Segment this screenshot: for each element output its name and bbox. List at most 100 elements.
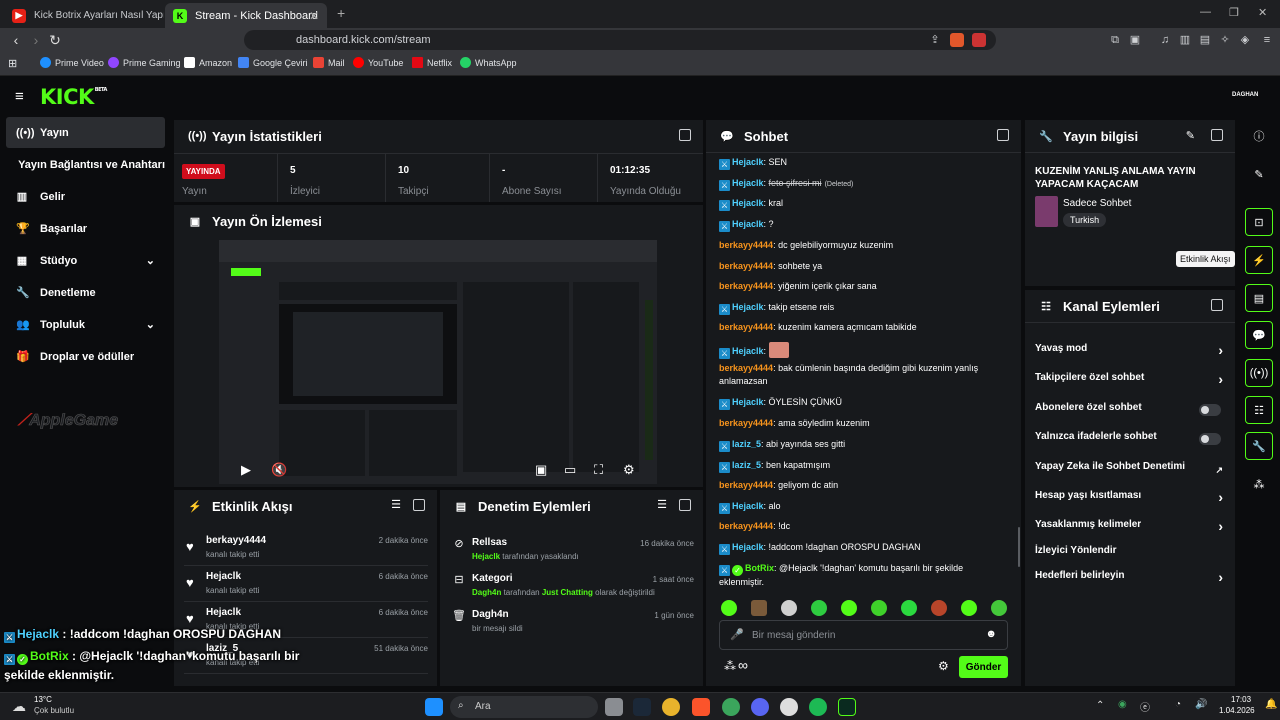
expand-icon[interactable] <box>679 499 691 511</box>
clip-icon[interactable]: ⊡ <box>1245 208 1273 236</box>
chat-username[interactable]: berkayy4444 <box>719 322 773 332</box>
sidebar-item-topluluk[interactable]: 👥 Topluluk ⌄ <box>6 309 165 340</box>
category-name[interactable]: Sadece Sohbet <box>1063 198 1131 209</box>
theater-icon[interactable]: ▭ <box>564 462 576 478</box>
user-avatar[interactable]: DAGHAN <box>1232 92 1258 98</box>
chat-input[interactable]: 🎤 Bir mesaj gönderin ☻ <box>719 620 1008 650</box>
bookmark-whatsapp[interactable]: WhatsApp <box>460 57 517 68</box>
lightning-icon[interactable]: ⚡ <box>1245 246 1273 274</box>
slow-mode-row[interactable]: Yavaş mod › <box>1035 343 1225 363</box>
emote-icon[interactable] <box>841 600 857 616</box>
sidebar-item-droplar[interactable]: 🎁 Droplar ve ödüller <box>6 341 165 372</box>
hamburger-menu-icon[interactable]: ≡ <box>15 88 24 105</box>
chat-username[interactable]: Hejaclk <box>732 178 764 188</box>
stream-preview-video[interactable]: ▶ 🔇 ▣ ▭ ⛶ ⚙ <box>219 240 657 484</box>
chat-username[interactable]: berkayy4444 <box>719 418 773 428</box>
subscribers-only-toggle[interactable] <box>1199 404 1221 416</box>
filter-icon[interactable]: ☰ <box>657 498 667 511</box>
share-icon[interactable]: ⇪ <box>928 33 942 47</box>
close-tab-icon[interactable]: ✕ <box>309 9 319 23</box>
kick-logo[interactable]: KICKBETA <box>40 85 107 109</box>
chat-username[interactable]: Hejaclk <box>732 198 764 208</box>
emote-icon[interactable] <box>931 600 947 616</box>
chat-username[interactable]: berkayy4444 <box>719 480 773 490</box>
emoji-icon[interactable]: ☻ <box>985 628 997 640</box>
kick-points-icon[interactable]: ⁂ <box>1245 470 1273 498</box>
browser-tab-active[interactable]: K Stream - Kick Dashboard ✕ <box>165 3 327 28</box>
broadcast-icon[interactable]: ((•)) <box>1245 359 1273 387</box>
chat-username[interactable]: berkayy4444 <box>719 281 773 291</box>
bookmark-netflix[interactable]: Netflix <box>412 57 452 68</box>
browser-tab[interactable]: ▶ Kick Botrix Ayarları Nasıl Yapılır? Ta… <box>4 3 164 28</box>
url-field[interactable]: dashboard.kick.com/stream <box>244 30 996 50</box>
rewards-icon[interactable] <box>972 33 986 47</box>
kick-app-icon[interactable] <box>838 698 856 716</box>
bookmark-prime-video[interactable]: Prime Video <box>40 57 104 68</box>
steam-icon[interactable] <box>633 698 651 716</box>
menu-icon[interactable]: ≡ <box>1260 33 1274 47</box>
sidebar-item-basarilar[interactable]: 🏆 Başarılar <box>6 213 165 244</box>
chat-username[interactable]: laziz_5 <box>732 460 761 470</box>
sidebar-item-stream-key[interactable]: Yayın Bağlantısı ve Anahtarı <box>6 149 165 180</box>
chat-username[interactable]: Hejaclk <box>732 302 764 312</box>
chat-username[interactable]: BotRix <box>745 563 774 573</box>
emote-icon[interactable] <box>781 600 797 616</box>
brave-icon[interactable] <box>692 698 710 716</box>
taskbar-search[interactable]: ⌕ Ara <box>450 696 598 718</box>
chat-username[interactable]: berkayy4444 <box>719 261 773 271</box>
chat-username[interactable]: berkayy4444 <box>719 363 773 373</box>
apps-grid-icon[interactable]: ⊞ <box>8 57 17 70</box>
tray-icon[interactable]: ◉ <box>1118 699 1127 710</box>
banned-words-row[interactable]: Yasaklanmış kelimeler › <box>1035 519 1225 539</box>
emote-icon[interactable] <box>991 600 1007 616</box>
volume-icon[interactable]: 🔊 <box>1195 699 1207 710</box>
chat-username[interactable]: Hejaclk <box>732 346 764 356</box>
sidebar-item-denetleme[interactable]: 🔧 Denetleme <box>6 277 165 308</box>
reload-icon[interactable]: ↻ <box>47 32 63 48</box>
chat-bubble-icon[interactable]: 💬 <box>1245 321 1273 349</box>
followers-only-row[interactable]: Takipçilere özel sohbet › <box>1035 372 1225 392</box>
bookmark-prime-gaming[interactable]: Prime Gaming <box>108 57 181 68</box>
account-age-row[interactable]: Hesap yaşı kısıtlaması › <box>1035 490 1225 510</box>
kick-points-icon[interactable]: ⁂ <box>724 659 736 673</box>
emote-icon[interactable] <box>811 600 827 616</box>
expand-icon[interactable] <box>413 499 425 511</box>
emotes-only-toggle[interactable] <box>1199 433 1221 445</box>
chat-username[interactable]: Hejaclk <box>732 219 764 229</box>
chat-username[interactable]: berkayy4444 <box>719 521 773 531</box>
set-goals-row[interactable]: Hedefleri belirleyin › <box>1035 570 1225 590</box>
obs-icon[interactable] <box>780 698 798 716</box>
list-icon[interactable]: ☷ <box>1245 396 1273 424</box>
weather-icon[interactable]: ☁ <box>12 698 26 715</box>
back-icon[interactable]: ‹ <box>8 32 24 48</box>
spotify-icon[interactable] <box>809 698 827 716</box>
chrome-profile-icon[interactable] <box>722 698 740 716</box>
expand-icon[interactable] <box>1211 129 1223 141</box>
language-icon[interactable]: ⓔ <box>1140 699 1150 714</box>
chat-username[interactable]: Hejaclk <box>732 397 764 407</box>
microphone-icon[interactable]: 🎤 <box>730 628 744 641</box>
emote-icon[interactable] <box>751 600 767 616</box>
ai-moderation-row[interactable]: Yapay Zeka ile Sohbet Denetimi ↗ <box>1035 461 1225 481</box>
task-view-icon[interactable] <box>605 698 623 716</box>
edit-icon[interactable]: ✎ <box>1245 160 1273 188</box>
chat-scrollbar[interactable] <box>1018 527 1020 567</box>
expand-icon[interactable] <box>997 129 1009 141</box>
emote-icon[interactable] <box>901 600 917 616</box>
sidebar-item-gelir[interactable]: ▥ Gelir <box>6 181 165 212</box>
redirect-viewers-row[interactable]: İzleyici Yönlendir <box>1035 545 1225 565</box>
play-icon[interactable]: ▶ <box>241 462 251 478</box>
settings-icon[interactable]: ⚙ <box>623 462 635 478</box>
language-tag[interactable]: Turkish <box>1063 213 1107 227</box>
mute-icon[interactable]: 🔇 <box>271 462 287 478</box>
sidebar-toggle-icon[interactable]: ▥ <box>1178 33 1192 47</box>
screenshot-icon[interactable]: ▣ <box>1128 33 1142 47</box>
chat-settings-icon[interactable]: ⚙ <box>938 659 949 673</box>
sidebar-item-yayin[interactable]: ((•)) Yayın <box>6 117 165 148</box>
wifi-icon[interactable]: ◔ <box>1175 699 1181 710</box>
bookmark-mail[interactable]: Mail <box>313 57 345 68</box>
new-tab-icon[interactable]: + <box>337 5 345 21</box>
pip-icon[interactable]: ▣ <box>535 462 547 478</box>
notification-bell-icon[interactable]: 🔔 <box>1265 699 1277 710</box>
chat-username[interactable]: Hejaclk <box>732 501 764 511</box>
